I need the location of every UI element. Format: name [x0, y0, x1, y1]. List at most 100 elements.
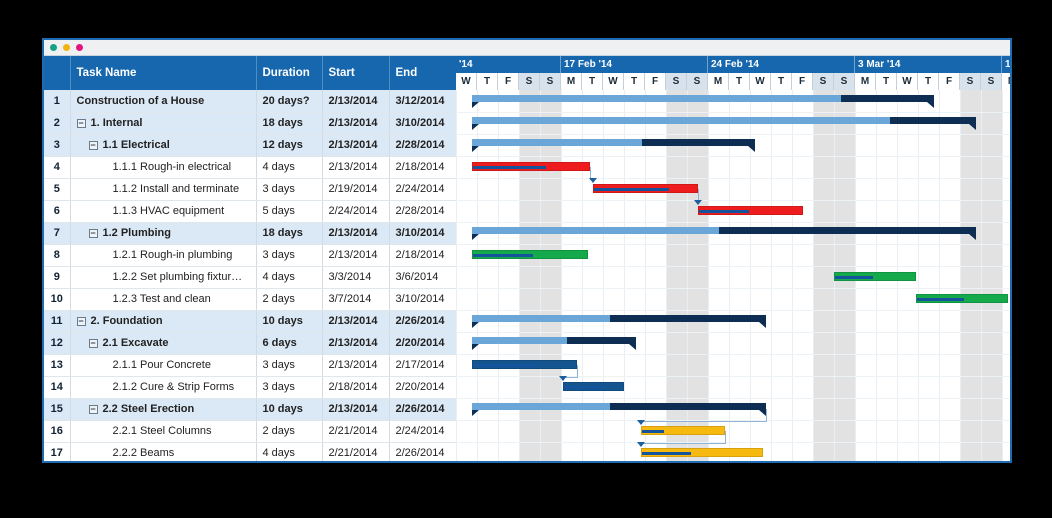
task-name-cell[interactable]: 1.2.3 Test and clean: [70, 288, 257, 311]
start-cell[interactable]: 2/21/2014: [322, 442, 390, 461]
collapse-toggle-icon[interactable]: −: [76, 316, 86, 326]
table-row[interactable]: 13 2.1.1 Pour Concrete 3 days 2/13/2014 2/17…: [44, 354, 456, 377]
table-row[interactable]: 8 1.2.1 Rough-in plumbing 3 days 2/13/2014 2…: [44, 244, 456, 267]
collapse-toggle-icon[interactable]: −: [76, 118, 86, 128]
start-cell[interactable]: 3/3/2014: [322, 266, 390, 289]
task-name-cell[interactable]: −2. Foundation: [70, 310, 257, 333]
task-bar[interactable]: [640, 448, 763, 457]
task-name-cell[interactable]: 1.1.2 Install and terminate: [70, 178, 257, 201]
duration-cell[interactable]: 4 days: [256, 156, 323, 179]
duration-cell[interactable]: 6 days: [256, 332, 323, 355]
duration-cell[interactable]: 18 days: [256, 222, 323, 245]
end-cell[interactable]: 3/10/2014: [389, 288, 456, 311]
table-row[interactable]: 3 −1.1 Electrical 12 days 2/13/2014 2/28/201…: [44, 134, 456, 157]
collapse-toggle-icon[interactable]: −: [88, 140, 98, 150]
start-cell[interactable]: 2/13/2014: [322, 134, 390, 157]
duration-cell[interactable]: 12 days: [256, 134, 323, 157]
start-cell[interactable]: 2/13/2014: [322, 112, 390, 135]
duration-cell[interactable]: 18 days: [256, 112, 323, 135]
end-cell[interactable]: 2/17/2014: [389, 354, 456, 377]
start-cell[interactable]: 2/13/2014: [322, 310, 390, 333]
table-row[interactable]: 10 1.2.3 Test and clean 2 days 3/7/2014 3/10…: [44, 288, 456, 311]
start-cell[interactable]: 2/13/2014: [322, 244, 390, 267]
table-row[interactable]: 6 1.1.3 HVAC equipment 5 days 2/24/2014 2/28…: [44, 200, 456, 223]
task-bar[interactable]: [592, 184, 698, 193]
table-row[interactable]: 7 −1.2 Plumbing 18 days 2/13/2014 3/10/2014: [44, 222, 456, 245]
summary-bar[interactable]: [471, 227, 976, 240]
start-cell[interactable]: 2/24/2014: [322, 200, 390, 223]
end-cell[interactable]: 2/28/2014: [389, 200, 456, 223]
task-bar[interactable]: [472, 360, 578, 369]
end-cell[interactable]: 2/20/2014: [389, 376, 456, 399]
end-cell[interactable]: 2/28/2014: [389, 134, 456, 157]
table-row[interactable]: 15 −2.2 Steel Erection 10 days 2/13/2014 2/2…: [44, 398, 456, 421]
task-bar[interactable]: [640, 426, 725, 435]
task-bar[interactable]: [697, 206, 803, 215]
task-name-cell[interactable]: −2.1 Excavate: [70, 332, 257, 355]
duration-cell[interactable]: 10 days: [256, 398, 323, 421]
task-name-cell[interactable]: 1.1.3 HVAC equipment: [70, 200, 257, 223]
collapse-toggle-icon[interactable]: −: [88, 228, 98, 238]
end-cell[interactable]: 3/12/2014: [389, 90, 456, 113]
start-cell[interactable]: 2/19/2014: [322, 178, 390, 201]
table-row[interactable]: 1 Construction of a House 20 days? 2/13/201…: [44, 90, 456, 113]
end-cell[interactable]: 3/10/2014: [389, 112, 456, 135]
table-row[interactable]: 14 2.1.2 Cure & Strip Forms 3 days 2/18/201…: [44, 376, 456, 399]
end-cell[interactable]: 2/20/2014: [389, 332, 456, 355]
task-name-cell[interactable]: 2.2.1 Steel Columns: [70, 420, 257, 443]
summary-bar[interactable]: [471, 315, 766, 328]
task-name-cell[interactable]: −1.2 Plumbing: [70, 222, 257, 245]
column-header-task-name[interactable]: Task Name: [70, 56, 257, 90]
table-row[interactable]: 17 2.2.2 Beams 4 days 2/21/2014 2/26/2014: [44, 442, 456, 461]
end-cell[interactable]: 2/24/2014: [389, 420, 456, 443]
start-cell[interactable]: 2/21/2014: [322, 420, 390, 443]
summary-bar[interactable]: [471, 139, 756, 152]
table-row[interactable]: 2−1. Internal 18 days 2/13/2014 3/10/2014: [44, 112, 456, 135]
table-row[interactable]: 5 1.1.2 Install and terminate 3 days 2/19/2…: [44, 178, 456, 201]
task-name-cell[interactable]: 1.1.1 Rough-in electrical: [70, 156, 257, 179]
end-cell[interactable]: 2/26/2014: [389, 310, 456, 333]
end-cell[interactable]: 2/24/2014: [389, 178, 456, 201]
start-cell[interactable]: 2/18/2014: [322, 376, 390, 399]
table-row[interactable]: 9 1.2.2 Set plumbing fixtur… 4 days 3/3/201…: [44, 266, 456, 289]
task-name-cell[interactable]: 2.1.1 Pour Concrete: [70, 354, 257, 377]
table-row[interactable]: 11−2. Foundation 10 days 2/13/2014 2/26/201…: [44, 310, 456, 333]
end-cell[interactable]: 2/18/2014: [389, 244, 456, 267]
duration-cell[interactable]: 5 days: [256, 200, 323, 223]
task-bar[interactable]: [915, 294, 1009, 303]
duration-cell[interactable]: 2 days: [256, 288, 323, 311]
summary-bar[interactable]: [471, 403, 766, 416]
task-name-cell[interactable]: Construction of a House: [70, 90, 257, 113]
task-name-cell[interactable]: 1.2.2 Set plumbing fixtur…: [70, 266, 257, 289]
column-header-id[interactable]: [44, 56, 71, 90]
end-cell[interactable]: 2/26/2014: [389, 398, 456, 421]
task-bar[interactable]: [472, 162, 590, 171]
duration-cell[interactable]: 10 days: [256, 310, 323, 333]
column-header-duration[interactable]: Duration: [256, 56, 323, 90]
start-cell[interactable]: 2/13/2014: [322, 398, 390, 421]
task-bar[interactable]: [834, 272, 916, 281]
task-name-cell[interactable]: 2.1.2 Cure & Strip Forms: [70, 376, 257, 399]
start-cell[interactable]: 2/13/2014: [322, 222, 390, 245]
start-cell[interactable]: 2/13/2014: [322, 90, 390, 113]
start-cell[interactable]: 2/13/2014: [322, 332, 390, 355]
summary-bar[interactable]: [471, 337, 636, 350]
table-row[interactable]: 12 −2.1 Excavate 6 days 2/13/2014 2/20/2014: [44, 332, 456, 355]
end-cell[interactable]: 3/6/2014: [389, 266, 456, 289]
summary-bar[interactable]: [471, 117, 976, 130]
duration-cell[interactable]: 3 days: [256, 244, 323, 267]
task-bar[interactable]: [563, 382, 624, 391]
duration-cell[interactable]: 4 days: [256, 266, 323, 289]
task-name-cell[interactable]: 2.2.2 Beams: [70, 442, 257, 461]
zoom-dot[interactable]: [76, 44, 83, 51]
end-cell[interactable]: 3/10/2014: [389, 222, 456, 245]
column-header-end[interactable]: End: [389, 56, 456, 90]
start-cell[interactable]: 2/13/2014: [322, 354, 390, 377]
task-name-cell[interactable]: −1. Internal: [70, 112, 257, 135]
close-dot[interactable]: [50, 44, 57, 51]
collapse-toggle-icon[interactable]: −: [88, 404, 98, 414]
table-row[interactable]: 16 2.2.1 Steel Columns 2 days 2/21/2014 2/24…: [44, 420, 456, 443]
task-name-cell[interactable]: −1.1 Electrical: [70, 134, 257, 157]
start-cell[interactable]: 3/7/2014: [322, 288, 390, 311]
task-name-cell[interactable]: 1.2.1 Rough-in plumbing: [70, 244, 257, 267]
